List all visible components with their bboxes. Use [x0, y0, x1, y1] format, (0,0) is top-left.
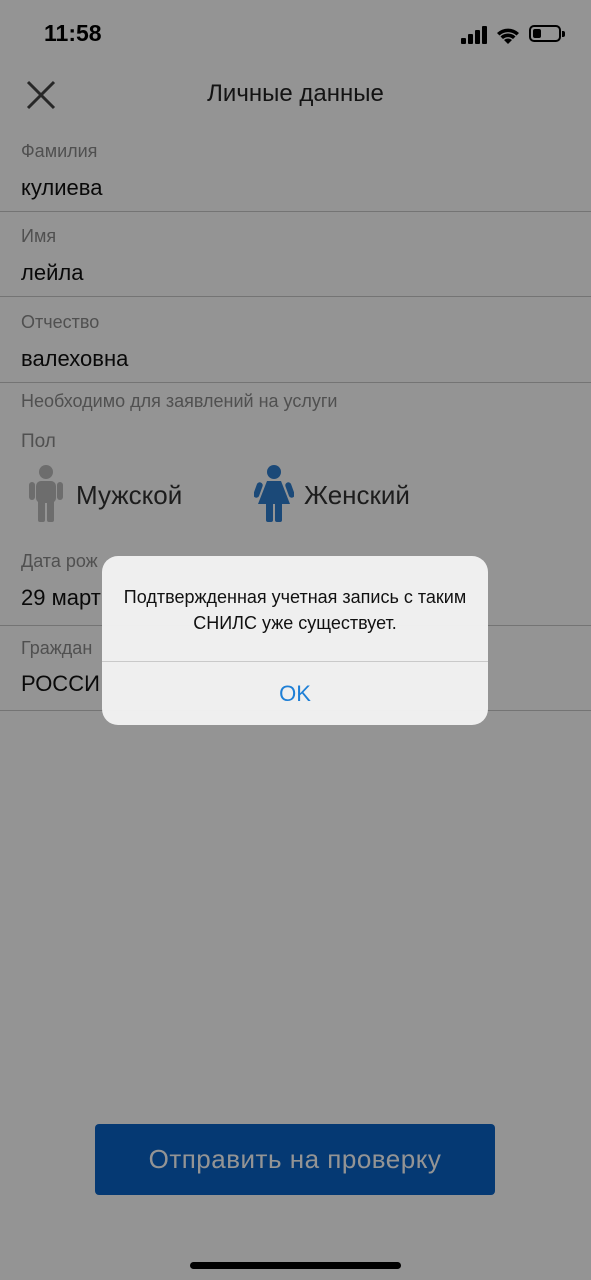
alert-ok-button[interactable]: OK	[102, 662, 488, 725]
home-indicator[interactable]	[190, 1262, 401, 1269]
alert-message: Подтвержденная учетная запись с таким СН…	[123, 587, 467, 633]
screen: 11:58 Личные данные Фамилия кулиева Имя …	[0, 0, 591, 1280]
alert-dialog: Подтвержденная учетная запись с таким СН…	[102, 556, 488, 725]
